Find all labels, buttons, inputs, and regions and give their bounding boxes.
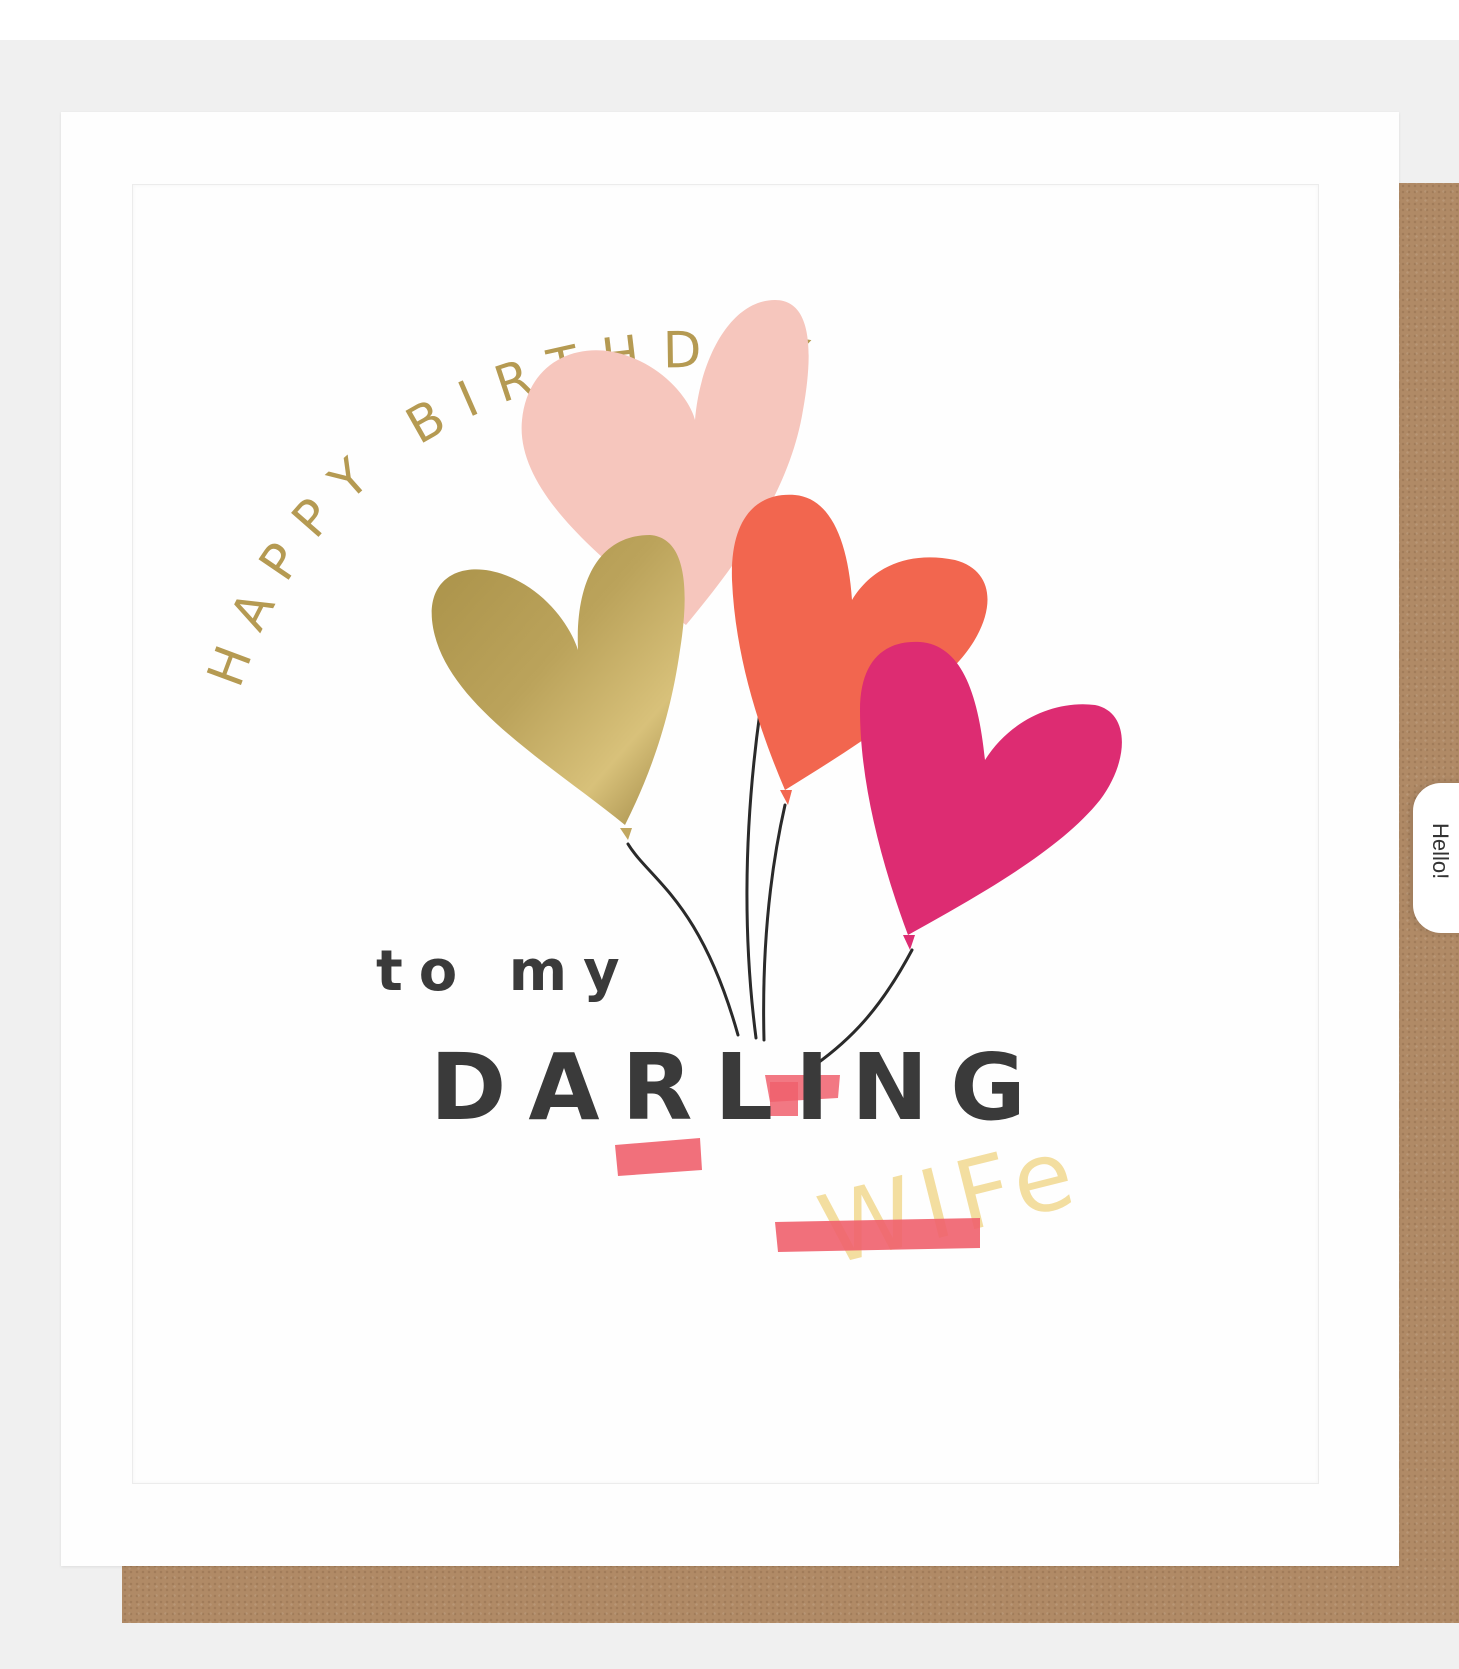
card-illustration: HAPPY BIRTHDAY WIFe [196, 300, 1122, 1287]
to-my-text: to my [376, 939, 636, 1004]
hello-tab-label: Hello! [1428, 823, 1453, 880]
hello-side-tab[interactable]: Hello! [1413, 783, 1459, 933]
heart-balloon-magenta-icon [860, 641, 1122, 950]
heart-balloon-gold-icon [431, 535, 685, 840]
darling-text: DARLING [430, 1034, 1048, 1141]
